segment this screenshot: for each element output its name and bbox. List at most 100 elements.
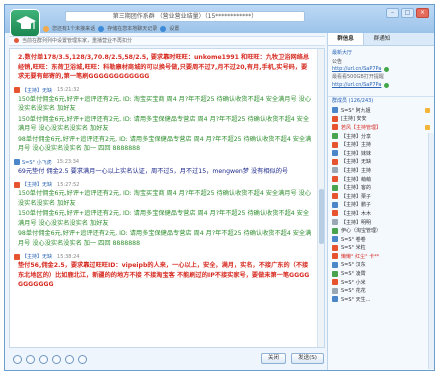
sender-name[interactable]: 【主持】无缺 bbox=[22, 181, 52, 188]
sender-name[interactable]: S=S° 小飞虎 bbox=[22, 159, 52, 166]
chat-message: 2.数付单178/3.5,128/3,70.8/2.5,58/2.5, 要求靠时… bbox=[14, 53, 320, 82]
emoji-icon[interactable] bbox=[26, 354, 35, 364]
member-badge-icon bbox=[425, 107, 430, 113]
member-avatar bbox=[332, 236, 338, 243]
input-toolbar: 关闭 发送(S) bbox=[9, 350, 325, 368]
scrollbar-thumb[interactable] bbox=[319, 189, 324, 244]
member-item[interactable]: 【主持】无缺 bbox=[332, 158, 430, 167]
close-button[interactable]: 关闭 bbox=[261, 353, 286, 364]
notice-link-text[interactable]: http://url.cn/SaP7Pa bbox=[332, 65, 381, 73]
member-name: S=S° 米粒 bbox=[341, 245, 366, 252]
verified-icon bbox=[384, 66, 390, 72]
message-body: 150单付佣金6元,好评+追评还有2元, ID: 淘宝买宝商 周4 月?年不超2… bbox=[18, 95, 312, 113]
member-name: 【主持】栗子 bbox=[341, 193, 372, 200]
member-name: 【主持】明明 bbox=[341, 219, 372, 226]
history-link[interactable]: 存储在您本地聊天记录 bbox=[107, 24, 157, 34]
sender-avatar[interactable] bbox=[14, 181, 20, 188]
sender-avatar[interactable] bbox=[14, 159, 20, 165]
member-avatar bbox=[332, 184, 338, 191]
missed-call-link[interactable]: 您还有1个未接来话 bbox=[52, 24, 95, 34]
sender-avatar[interactable] bbox=[14, 87, 20, 93]
member-item[interactable]: 【主持】妹妹 bbox=[332, 149, 430, 158]
member-avatar bbox=[332, 141, 338, 148]
tab-group-notice[interactable]: 群通知 bbox=[364, 33, 400, 45]
window-controls: – □ × bbox=[386, 8, 429, 18]
member-item[interactable]: 【主持】栗子 bbox=[332, 192, 430, 201]
more-icon[interactable] bbox=[78, 354, 87, 364]
announcement-icon bbox=[14, 38, 19, 43]
member-item[interactable]: 【主持】明明 bbox=[332, 218, 430, 227]
member-item[interactable]: S=S° 米粒 bbox=[332, 244, 430, 253]
member-name: S=S° 天生... bbox=[341, 296, 371, 303]
member-avatar bbox=[332, 210, 338, 217]
member-item[interactable]: 【主持】分享 bbox=[332, 132, 430, 141]
close-window-button[interactable]: × bbox=[416, 8, 429, 18]
member-avatar bbox=[332, 176, 338, 183]
window-title: 第三期团作系群 （营业营业结量）（15************） bbox=[65, 11, 305, 22]
member-item[interactable]: [主持] 安安 bbox=[332, 115, 430, 124]
member-item[interactable]: 【主持】鹏子 bbox=[332, 201, 430, 210]
member-avatar bbox=[332, 270, 338, 277]
member-avatar bbox=[332, 193, 338, 200]
member-name: [主持] 安安 bbox=[341, 116, 367, 123]
minimize-button[interactable]: – bbox=[386, 8, 399, 18]
image-icon[interactable] bbox=[52, 354, 61, 364]
notice-link-text[interactable]: http://url.cn/SaP7Pa bbox=[332, 81, 381, 89]
message-header: S=S° 小飞虎 15:23:34 bbox=[14, 159, 312, 166]
member-item[interactable]: S=S° 花花 bbox=[332, 286, 430, 295]
notice-subtitle: 公告 bbox=[332, 59, 343, 65]
member-list-scrollbar[interactable] bbox=[428, 133, 434, 369]
chat-window: 第三期团作系群 （营业营业结量）（15************） – □ × 您… bbox=[4, 4, 435, 371]
member-name: 【主持】妹妹 bbox=[341, 150, 372, 157]
member-item[interactable]: S=S° 凌霄 bbox=[332, 269, 430, 278]
message-body: 垫付56,佣金2.5，要求靠过旺旺ID：vipeipb的人来，一心以上，安全，满… bbox=[18, 262, 310, 288]
member-item[interactable]: S=S° 阿九姐 bbox=[332, 106, 430, 115]
history-icon bbox=[98, 26, 105, 32]
member-item[interactable]: 【主持】主持 bbox=[332, 166, 430, 175]
font-icon[interactable] bbox=[13, 354, 22, 364]
member-badge-icon bbox=[425, 124, 430, 130]
send-button[interactable]: 发送(S) bbox=[291, 353, 324, 364]
tab-group-info[interactable]: 群信息 bbox=[328, 33, 364, 45]
member-name: 【主持】木木 bbox=[341, 210, 372, 217]
member-item[interactable]: 懒懒° 红尘° 卡** bbox=[332, 252, 430, 261]
member-item[interactable]: S=S° 卷卷 bbox=[332, 235, 430, 244]
message-body: 2.数付单178/3.5,128/3,70.8/2.5,58/2.5, 要求靠时… bbox=[18, 54, 310, 80]
member-name: S=S° 小米 bbox=[341, 279, 366, 286]
sender-name[interactable]: 【主持】无缺 bbox=[22, 87, 52, 94]
member-item[interactable]: 【主持】木木 bbox=[332, 209, 430, 218]
group-notice-section: 最新大厅 公告 http://url.cn/SaP7Pa 最看看500GB打开提… bbox=[328, 46, 434, 92]
member-item[interactable]: 若风【主持管理】 bbox=[332, 123, 430, 132]
notice-link[interactable]: http://url.cn/SaP7Pa bbox=[332, 81, 430, 89]
voice-icon[interactable] bbox=[65, 354, 74, 364]
member-item[interactable]: 【主持】客的 bbox=[332, 183, 430, 192]
chat-history[interactable]: 2.数付单178/3.5,128/3,70.8/2.5,58/2.5, 要求靠时… bbox=[9, 48, 325, 348]
chat-message: S=S° 小飞虎 15:23:34 69元垫付 佣金2.5 要求满月一心以上实名… bbox=[14, 159, 320, 177]
member-avatar bbox=[332, 253, 338, 260]
sender-name[interactable]: 【主持】无缺 bbox=[22, 253, 52, 260]
chat-scrollbar[interactable] bbox=[317, 49, 324, 347]
announcement-bar[interactable]: 当前在群列列中设置管理东家，重播营业不再扣分 bbox=[9, 36, 325, 46]
member-avatar bbox=[332, 115, 338, 122]
message-header: 【主持】无缺 15:38:24 bbox=[14, 253, 312, 260]
member-item[interactable]: S=S° 小米 bbox=[332, 278, 430, 287]
settings-icon bbox=[160, 26, 167, 32]
verified-icon bbox=[384, 82, 390, 88]
message-body: 69元垫付 佣金2.5 要求满月一心以上实名认证，周不过5，月不过15，meng… bbox=[18, 167, 289, 175]
member-item[interactable]: 伊心（淘宝管理） bbox=[332, 226, 430, 235]
member-item[interactable]: 【主持】主持 bbox=[332, 140, 430, 149]
message-header: 【主持】无缺 15:27:52 bbox=[14, 181, 312, 188]
member-item[interactable]: 【主持】萌萌 bbox=[332, 175, 430, 184]
notice-link[interactable]: http://url.cn/SaP7Pa bbox=[332, 65, 430, 73]
settings-link[interactable]: 设置 bbox=[169, 24, 179, 34]
maximize-button[interactable]: □ bbox=[401, 8, 414, 18]
member-item[interactable]: S=S° 天生... bbox=[332, 295, 430, 304]
sender-avatar[interactable] bbox=[14, 253, 20, 260]
message-header: 【主持】无缺 15:21:32 bbox=[14, 87, 312, 94]
screenshot-icon[interactable] bbox=[39, 354, 48, 364]
members-title: 群成员 (126/243) bbox=[332, 98, 374, 104]
group-avatar[interactable] bbox=[10, 9, 40, 37]
member-item[interactable]: S=S° 汉东 bbox=[332, 261, 430, 270]
member-name: 【主持】主持 bbox=[341, 167, 372, 174]
member-list[interactable]: S=S° 阿九姐 [主持] 安安 若风【主持管理】 【主持】分享 【主持】主持 … bbox=[328, 105, 434, 305]
